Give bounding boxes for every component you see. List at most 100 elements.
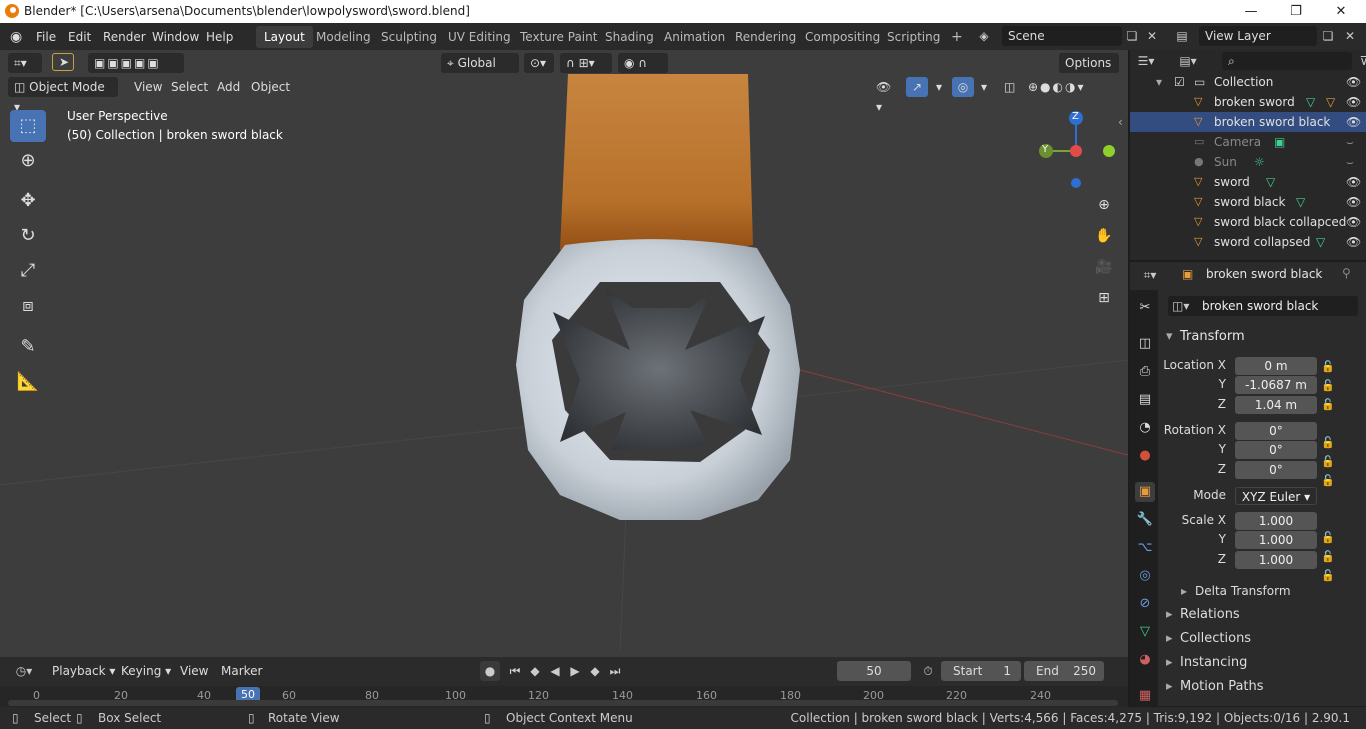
eye-icon[interactable]: 👁 — [1346, 72, 1361, 92]
hidden-icon[interactable]: ⌣ — [1346, 132, 1354, 152]
location-z-field[interactable]: 1.04 m — [1235, 396, 1317, 414]
select-tool-icon[interactable]: ➤ — [52, 53, 74, 71]
menu-object[interactable]: Object — [245, 77, 296, 97]
pan-hand-icon[interactable]: ✋ — [1092, 224, 1116, 248]
tab-shading[interactable]: Shading — [597, 26, 662, 48]
tab-compositing[interactable]: Compositing — [797, 26, 888, 48]
scale-z-field[interactable]: 1.000 — [1235, 551, 1317, 569]
rotation-mode-dropdown[interactable]: XYZ Euler ▾ — [1235, 487, 1317, 505]
output-tab-icon[interactable]: ⎙ — [1135, 362, 1155, 382]
location-y-field[interactable]: -1.0687 m — [1235, 376, 1317, 394]
add-workspace-icon[interactable]: + — [943, 26, 971, 48]
view-layer-icon[interactable]: ▤ — [1172, 26, 1192, 46]
eye-icon[interactable]: 👁 — [1346, 172, 1361, 192]
shading-mode-icons[interactable]: ⊕●◐◑▾ — [1022, 77, 1092, 97]
view-layer-tab-icon[interactable]: ▤ — [1135, 390, 1155, 410]
record-icon[interactable]: ● — [480, 661, 500, 681]
outliner-search-input[interactable]: ⌕ — [1222, 52, 1352, 70]
menu-select[interactable]: Select — [165, 77, 214, 97]
constraints-tab-icon[interactable]: ⊘ — [1135, 594, 1155, 614]
scale-x-field[interactable]: 1.000 — [1235, 512, 1317, 530]
delta-transform-panel[interactable]: Delta Transform — [1175, 580, 1366, 602]
filter-icon[interactable]: ⊽ — [1354, 51, 1366, 71]
play-icon[interactable]: ▶ — [565, 661, 585, 681]
remove-scene-icon[interactable]: ✕ — [1142, 26, 1162, 46]
gizmo-toggle-icon[interactable]: ↗ — [906, 77, 928, 97]
tab-animation[interactable]: Animation — [656, 26, 733, 48]
mesh-data-tab-icon[interactable]: ▽ — [1135, 622, 1155, 642]
visibility-icon[interactable]: 👁▾ — [870, 77, 902, 114]
expand-icon[interactable]: ▾ — [1156, 72, 1162, 92]
data-name-field[interactable]: ◫▾ broken sword black — [1168, 296, 1358, 316]
display-mode-icon[interactable]: ▤▾ — [1178, 51, 1198, 71]
eye-icon[interactable]: 👁 — [1346, 212, 1361, 232]
object-tab-icon[interactable]: ▣ — [1135, 482, 1155, 502]
menu-marker[interactable]: Marker — [215, 661, 268, 681]
rotate-tool-icon[interactable]: ↻ — [10, 220, 46, 252]
outliner-item[interactable]: ▽ sword black collapced 👁 — [1130, 212, 1366, 232]
menu-window[interactable]: Window — [152, 28, 199, 46]
rotation-y-field[interactable]: 0° — [1235, 441, 1317, 459]
measure-tool-icon[interactable]: 📐 — [10, 366, 46, 398]
menu-view[interactable]: View — [128, 77, 168, 97]
world-tab-icon[interactable]: ● — [1135, 446, 1155, 466]
outliner-editor-icon[interactable]: ☰▾ — [1136, 51, 1156, 71]
motion-paths-panel[interactable]: Motion Paths — [1160, 676, 1362, 698]
location-x-field[interactable]: 0 m — [1235, 357, 1317, 375]
jump-end-icon[interactable]: ⏭ — [605, 661, 625, 681]
next-keyframe-icon[interactable]: ◆ — [585, 661, 605, 681]
outliner-item[interactable]: ▽ sword black ▽ 👁 — [1130, 192, 1366, 212]
timeline-scrollbar[interactable] — [8, 700, 1118, 706]
play-reverse-icon[interactable]: ◀ — [545, 661, 565, 681]
transform-tool-icon[interactable]: ⧈ — [10, 290, 46, 322]
tab-rendering[interactable]: Rendering — [727, 26, 804, 48]
overlay-toggle-icon[interactable]: ◎ — [952, 77, 974, 97]
scale-tool-icon[interactable]: ⤢ — [10, 255, 46, 287]
tab-texture-paint[interactable]: Texture Paint — [512, 26, 605, 48]
new-view-layer-icon[interactable]: ❏ — [1318, 26, 1338, 46]
scene-selector-icon[interactable]: ◈ — [974, 26, 994, 46]
timeline-editor-icon[interactable]: ◷▾ — [8, 661, 40, 681]
end-frame-field[interactable]: End 250 — [1024, 661, 1104, 681]
camera-view-icon[interactable]: 🎥 — [1092, 255, 1116, 279]
eye-icon[interactable]: 👁 — [1346, 112, 1361, 132]
properties-editor-icon[interactable]: ⌗▾ — [1140, 265, 1160, 285]
tab-modeling[interactable]: Modeling — [308, 26, 379, 48]
pivot-icon[interactable]: ⊙▾ — [524, 53, 554, 73]
tab-sculpting[interactable]: Sculpting — [373, 26, 445, 48]
menu-edit[interactable]: Edit — [68, 28, 91, 46]
outliner-item[interactable]: ▽ broken sword ▽ ▽ 👁 — [1130, 92, 1366, 112]
menu-file[interactable]: File — [36, 28, 56, 46]
tab-scripting[interactable]: Scripting — [879, 26, 948, 48]
outliner-item[interactable]: ▽ sword ▽ 👁 — [1130, 172, 1366, 192]
gizmo-dropdown-icon[interactable]: ▾ — [930, 77, 948, 97]
timeline-ruler[interactable]: 0 20 40 50 60 80 100 120 140 160 180 200… — [0, 686, 1128, 707]
particles-tab-icon[interactable]: ⌥ — [1135, 538, 1155, 558]
navigation-gizmo[interactable]: Z Y — [1038, 110, 1118, 190]
tab-layout[interactable]: Layout — [256, 26, 313, 48]
select-box-tool-icon[interactable]: ⬚ — [10, 110, 46, 142]
menu-keying[interactable]: Keying ▾ — [115, 661, 177, 681]
pin-icon[interactable]: ⚲ — [1342, 266, 1351, 280]
scale-y-field[interactable]: 1.000 — [1235, 531, 1317, 549]
lock-icons[interactable]: 🔓 🔓 🔓 🔓 🔓 🔓 🔓 🔓 🔓 — [1321, 357, 1335, 585]
perspective-toggle-icon[interactable]: ⊞ — [1092, 286, 1116, 310]
remove-view-layer-icon[interactable]: ✕ — [1340, 26, 1360, 46]
rotation-x-field[interactable]: 0° — [1235, 422, 1317, 440]
sidebar-toggle-icon[interactable]: ‹ — [1118, 115, 1123, 129]
eye-icon[interactable]: 👁 — [1346, 232, 1361, 252]
new-scene-icon[interactable]: ❏ — [1122, 26, 1142, 46]
current-frame-field[interactable]: 50 — [837, 661, 911, 681]
orientation-dropdown[interactable]: ⌖ Global — [441, 53, 519, 73]
move-tool-icon[interactable]: ✥ — [10, 185, 46, 217]
editor-type-icon[interactable]: ⌗▾ — [8, 53, 42, 73]
tool-tab-icon[interactable]: ✂ — [1135, 298, 1155, 318]
start-frame-field[interactable]: Start 1 — [941, 661, 1021, 681]
outliner-item[interactable]: ▽ sword collapsed ▽ 👁 — [1130, 232, 1366, 252]
blender-menu-icon[interactable]: ◉ — [10, 28, 22, 46]
menu-timeline-view[interactable]: View — [174, 661, 214, 681]
render-tab-icon[interactable]: ◫ — [1135, 334, 1155, 354]
mode-dropdown[interactable]: ◫ Object Mode ▾ — [8, 77, 118, 114]
transform-panel-header[interactable]: ▾ Transform — [1160, 326, 1362, 348]
jump-start-icon[interactable]: ⏮ — [505, 661, 525, 681]
